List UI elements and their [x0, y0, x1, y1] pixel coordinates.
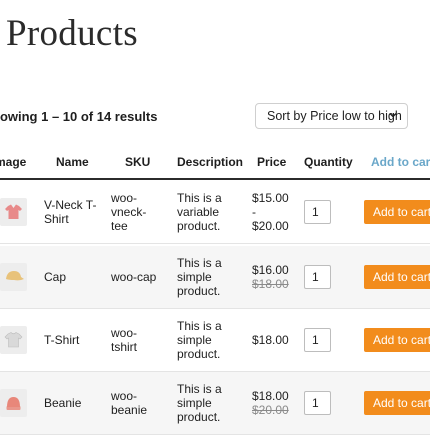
quantity-input[interactable]: 1 — [304, 200, 331, 224]
header-price[interactable]: Price — [257, 155, 286, 169]
table-row: Beanie woo-beanie This is a simple product. $… — [0, 372, 430, 435]
quantity-input[interactable]: 1 — [304, 328, 331, 352]
sku-line: tee — [111, 219, 128, 233]
add-to-cart-button[interactable]: Add to cart — [364, 391, 430, 415]
description-line: simple — [177, 396, 212, 410]
sku-line: vneck- — [111, 205, 147, 219]
description-line: product. — [177, 219, 221, 233]
old-price: $18.00 — [252, 277, 289, 291]
page-title: Products — [6, 13, 138, 54]
product-price: $15.00- $20.00 — [252, 191, 300, 233]
product-sku: woo-vneck-tee — [111, 191, 169, 233]
description-line: simple — [177, 270, 212, 284]
description-line: product. — [177, 284, 221, 298]
price-line: $18.00 — [252, 333, 289, 347]
sort-select[interactable]: Sort by Price low to high — [255, 103, 408, 129]
description-line: This is a — [177, 319, 222, 333]
product-name[interactable]: T-Shirt — [44, 333, 106, 347]
header-add-to-cart: Add to cart — [371, 155, 430, 169]
sku-line: woo- — [111, 326, 138, 340]
price-line: $20.00 — [252, 219, 289, 233]
description-line: simple — [177, 333, 212, 347]
result-count: howing 1 – 10 of 14 results — [0, 109, 158, 124]
beanie-icon[interactable] — [0, 389, 27, 417]
product-name[interactable]: Beanie — [44, 396, 106, 410]
product-description: This is a simple product. — [177, 382, 243, 424]
quantity-input[interactable]: 1 — [304, 391, 331, 415]
description-line: This is a — [177, 256, 222, 270]
add-to-cart-button[interactable]: Add to cart — [364, 200, 430, 224]
price-line: $15.00 — [252, 191, 289, 205]
sku-line: tshirt — [111, 340, 138, 354]
name-line: T-Shirt — [44, 333, 80, 347]
table-row: T-Shirt woo-tshirt This is a simple product.… — [0, 309, 430, 372]
description-line: product. — [177, 347, 221, 361]
price-line: $18.00 — [252, 389, 289, 403]
product-sku: woo-tshirt — [111, 326, 169, 354]
product-name[interactable]: Cap — [44, 270, 106, 284]
description-line: variable — [177, 205, 220, 219]
price-line: - — [252, 205, 256, 219]
name-line: Cap — [44, 270, 67, 284]
add-to-cart-button[interactable]: Add to cart — [364, 265, 430, 289]
product-price: $18.00 — [252, 333, 300, 347]
description-line: product. — [177, 410, 221, 424]
product-price: $18.00 $20.00 — [252, 389, 300, 417]
name-line: V-Neck T- — [44, 198, 97, 212]
sku-line: woo- — [111, 389, 138, 403]
sku-line: woo-cap — [111, 270, 157, 284]
name-line: Shirt — [44, 212, 69, 226]
tshirt-icon[interactable] — [0, 326, 27, 354]
sku-line: woo- — [111, 191, 138, 205]
product-price: $16.00 $18.00 — [252, 263, 300, 291]
product-sku: woo-beanie — [111, 389, 169, 417]
header-sku[interactable]: SKU — [125, 155, 150, 169]
quantity-input[interactable]: 1 — [304, 265, 331, 289]
header-image: mage — [0, 155, 27, 169]
description-line: This is a — [177, 191, 222, 205]
header-name[interactable]: Name — [56, 155, 89, 169]
sku-line: beanie — [111, 403, 148, 417]
table-header: mage Name SKU Description Price Quantity… — [0, 155, 430, 169]
table-row: Cap woo-cap This is a simple product. $16.00 $… — [0, 246, 430, 309]
vneck-shirt-icon[interactable] — [0, 198, 27, 226]
name-line: Beanie — [44, 396, 82, 410]
header-description: Description — [177, 155, 244, 169]
product-description: This is a simple product. — [177, 256, 243, 298]
description-line: This is a — [177, 382, 222, 396]
header-quantity: Quantity — [304, 155, 353, 169]
row-divider — [0, 243, 430, 244]
sort-selected-value: Sort by Price low to high — [267, 109, 402, 123]
table-row: V-Neck T- Shirt woo-vneck-tee This is a vari… — [0, 181, 430, 244]
old-price: $20.00 — [252, 403, 289, 417]
price-line: $16.00 — [252, 263, 289, 277]
product-description: This is a variable product. — [177, 191, 243, 233]
product-description: This is a simple product. — [177, 319, 243, 361]
product-name[interactable]: V-Neck T- Shirt — [44, 198, 106, 226]
cap-icon[interactable] — [0, 263, 27, 291]
add-to-cart-button[interactable]: Add to cart — [364, 328, 430, 352]
product-sku: woo-cap — [111, 270, 169, 284]
chevron-down-icon — [389, 113, 397, 118]
header-divider — [0, 178, 430, 180]
